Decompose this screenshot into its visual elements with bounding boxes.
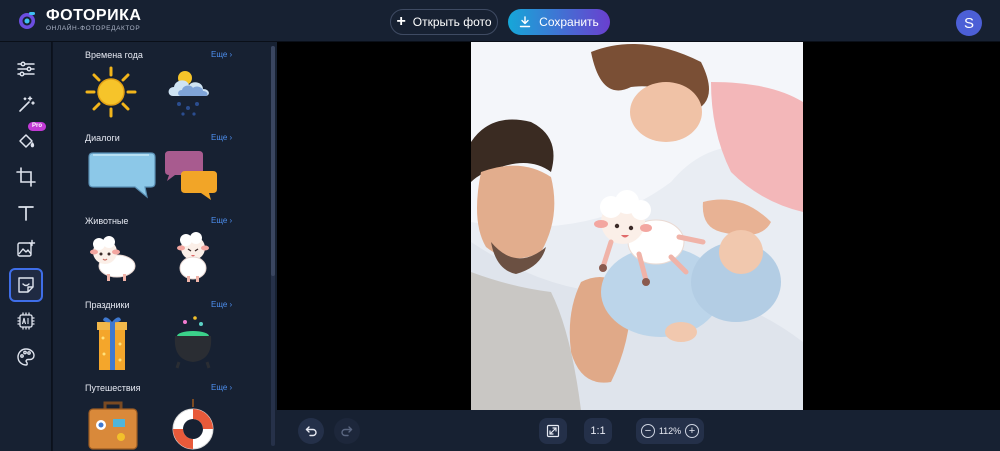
sun-icon xyxy=(85,66,137,118)
open-photo-button[interactable]: + Открыть фото xyxy=(390,9,498,35)
suitcase-icon xyxy=(88,401,138,450)
life-ring-icon xyxy=(172,399,214,450)
bottom-controls: 1:1 − 112% + xyxy=(277,410,1000,451)
image-add-icon xyxy=(17,239,36,257)
open-photo-label: Открыть фото xyxy=(412,15,492,29)
fit-screen-button[interactable] xyxy=(539,418,567,444)
double-bubble-sticker[interactable] xyxy=(161,147,221,203)
logo-subtitle: ОНЛАЙН-ФОТОРЕДАКТОР xyxy=(46,25,141,32)
tool-stickers[interactable] xyxy=(9,268,43,302)
avatar-letter: S xyxy=(963,14,974,32)
pro-badge: Pro xyxy=(28,122,47,131)
tool-ai[interactable] xyxy=(9,305,43,337)
download-icon xyxy=(519,16,531,28)
undo-icon xyxy=(305,426,317,437)
tool-image[interactable] xyxy=(9,233,43,265)
fit-screen-icon xyxy=(546,424,560,438)
cauldron-icon xyxy=(174,316,212,369)
tool-palette[interactable] xyxy=(9,341,43,373)
user-avatar[interactable]: S xyxy=(956,10,982,36)
sun-sticker[interactable] xyxy=(81,64,141,120)
sticker-panel: Времена года Еще › Диалоги Еще › Животны… xyxy=(53,42,277,451)
top-header: ФОТОРИКА ОНЛАЙН-ФОТОРЕДАКТОР + Открыть ф… xyxy=(0,0,1000,42)
section-title: Диалоги xyxy=(85,133,120,143)
magic-wand-icon xyxy=(19,96,35,112)
more-link[interactable]: Еще › xyxy=(211,300,232,309)
suitcase-sticker[interactable] xyxy=(83,397,143,451)
snow-cloud-icon xyxy=(168,71,209,116)
tool-sidebar: Pro xyxy=(0,42,52,451)
paint-bucket-icon xyxy=(19,134,35,148)
scrollbar-thumb[interactable] xyxy=(271,46,275,276)
redo-icon xyxy=(341,426,353,437)
sheep-icon xyxy=(90,236,136,281)
zoom-control: − 112% + xyxy=(636,418,704,444)
save-label: Сохранить xyxy=(539,15,599,29)
zoom-out-button[interactable]: − xyxy=(641,424,655,438)
redo-button[interactable] xyxy=(334,418,360,444)
tool-text[interactable] xyxy=(9,197,43,229)
cauldron-sticker[interactable] xyxy=(163,314,223,370)
sticker-icon xyxy=(18,277,34,293)
plus-icon: + xyxy=(396,13,406,30)
section-title: Путешествия xyxy=(85,383,141,393)
life-ring-sticker[interactable] xyxy=(163,397,223,451)
tool-crop[interactable] xyxy=(9,161,43,193)
double-bubble-icon xyxy=(165,151,217,200)
adjustments-icon xyxy=(17,61,35,77)
sheep-sticker[interactable] xyxy=(83,230,143,286)
sheep-cheeky-icon xyxy=(177,232,209,282)
photo[interactable] xyxy=(471,42,803,410)
actual-size-label: 1:1 xyxy=(590,425,606,437)
speech-bubble-icon xyxy=(88,152,156,199)
more-link[interactable]: Еще › xyxy=(211,133,232,142)
palette-icon xyxy=(17,348,35,366)
more-link[interactable]: Еще › xyxy=(211,383,232,392)
editor-canvas xyxy=(277,42,1000,410)
logo-title: ФОТОРИКА xyxy=(46,7,142,24)
tool-adjustments[interactable] xyxy=(9,53,43,85)
actual-size-button[interactable]: 1:1 xyxy=(584,418,612,444)
zoom-value: 112% xyxy=(658,426,682,436)
family-photo-image xyxy=(471,42,803,410)
undo-button[interactable] xyxy=(298,418,324,444)
more-link[interactable]: Еще › xyxy=(211,216,232,225)
tool-magic[interactable] xyxy=(9,89,43,121)
text-icon xyxy=(18,206,34,221)
more-link[interactable]: Еще › xyxy=(211,50,232,59)
gift-box-sticker[interactable] xyxy=(83,314,143,370)
panel-scrollbar[interactable] xyxy=(271,46,275,446)
logo[interactable]: ФОТОРИКА ОНЛАЙН-ФОТОРЕДАКТОР xyxy=(16,8,141,33)
sheep-cheeky-sticker[interactable] xyxy=(163,230,223,286)
crop-icon xyxy=(16,167,36,187)
save-button[interactable]: Сохранить xyxy=(508,9,610,35)
section-title: Праздники xyxy=(85,300,130,310)
section-title: Животные xyxy=(85,216,129,226)
speech-bubble-sticker[interactable] xyxy=(85,147,157,203)
section-title: Времена года xyxy=(85,50,143,60)
logo-icon xyxy=(19,12,35,30)
gift-box-icon xyxy=(97,317,127,370)
ai-chip-icon xyxy=(17,312,35,330)
zoom-in-button[interactable]: + xyxy=(684,424,699,438)
snow-cloud-sticker[interactable] xyxy=(161,64,221,120)
